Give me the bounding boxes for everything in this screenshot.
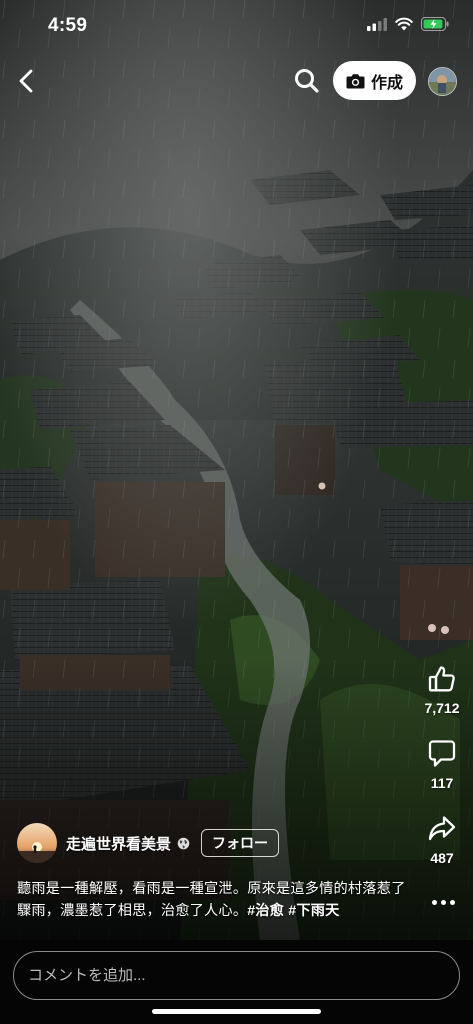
post-caption: 聽雨是一種解壓，看雨是一種宣泄。原來是這多情的村落惹了驟雨，濃墨惹了相思，治愈了… — [17, 878, 417, 922]
comment-action: 117 — [412, 739, 472, 791]
thumbs-up-icon[interactable] — [427, 664, 457, 694]
share-action: 487 — [412, 814, 472, 866]
author-name[interactable]: 走遍世界看美景 — [66, 833, 171, 854]
author-row: 走遍世界看美景 フォロー — [17, 822, 280, 864]
hashtag-link[interactable]: #治愈 — [247, 903, 284, 919]
author-avatar[interactable] — [17, 823, 57, 863]
status-time: 4:59 — [48, 15, 88, 36]
status-bar: 4:59 — [0, 0, 473, 52]
hashtag-link[interactable]: #下雨天 — [288, 903, 339, 919]
profile-avatar-image — [429, 68, 456, 95]
search-icon — [295, 69, 319, 93]
wifi-icon — [395, 17, 413, 36]
like-action: 7,712 — [412, 664, 472, 716]
status-icons — [367, 17, 449, 36]
author-avatar-image — [17, 823, 57, 863]
comment-bubble-icon[interactable] — [428, 739, 456, 769]
chevron-left-icon — [19, 69, 33, 93]
create-button[interactable]: 作成 — [333, 61, 416, 100]
battery-charging-icon — [421, 17, 449, 36]
home-indicator — [152, 1009, 321, 1014]
public-globe-icon — [177, 837, 190, 849]
more-dots-icon — [431, 899, 437, 905]
profile-avatar[interactable] — [428, 67, 457, 96]
caption-text: 聽雨是一種解壓，看雨是一種宣泄。原來是這多情的村落惹了驟雨，濃墨惹了相思，治愈了… — [17, 881, 406, 919]
share-arrow-icon[interactable] — [427, 814, 457, 844]
like-count: 7,712 — [424, 700, 460, 716]
back-button[interactable] — [12, 66, 42, 96]
comment-input[interactable] — [13, 951, 460, 1000]
post-image-rainy-village — [0, 0, 473, 940]
follow-button[interactable]: フォロー — [201, 829, 280, 857]
comment-bar — [0, 940, 473, 1024]
comment-count: 117 — [430, 775, 454, 791]
camera-icon — [346, 73, 365, 88]
cellular-signal-icon — [367, 17, 387, 36]
share-count: 487 — [430, 850, 454, 866]
create-label: 作成 — [370, 74, 403, 92]
more-options-button[interactable] — [428, 892, 458, 912]
search-button[interactable] — [292, 66, 322, 96]
